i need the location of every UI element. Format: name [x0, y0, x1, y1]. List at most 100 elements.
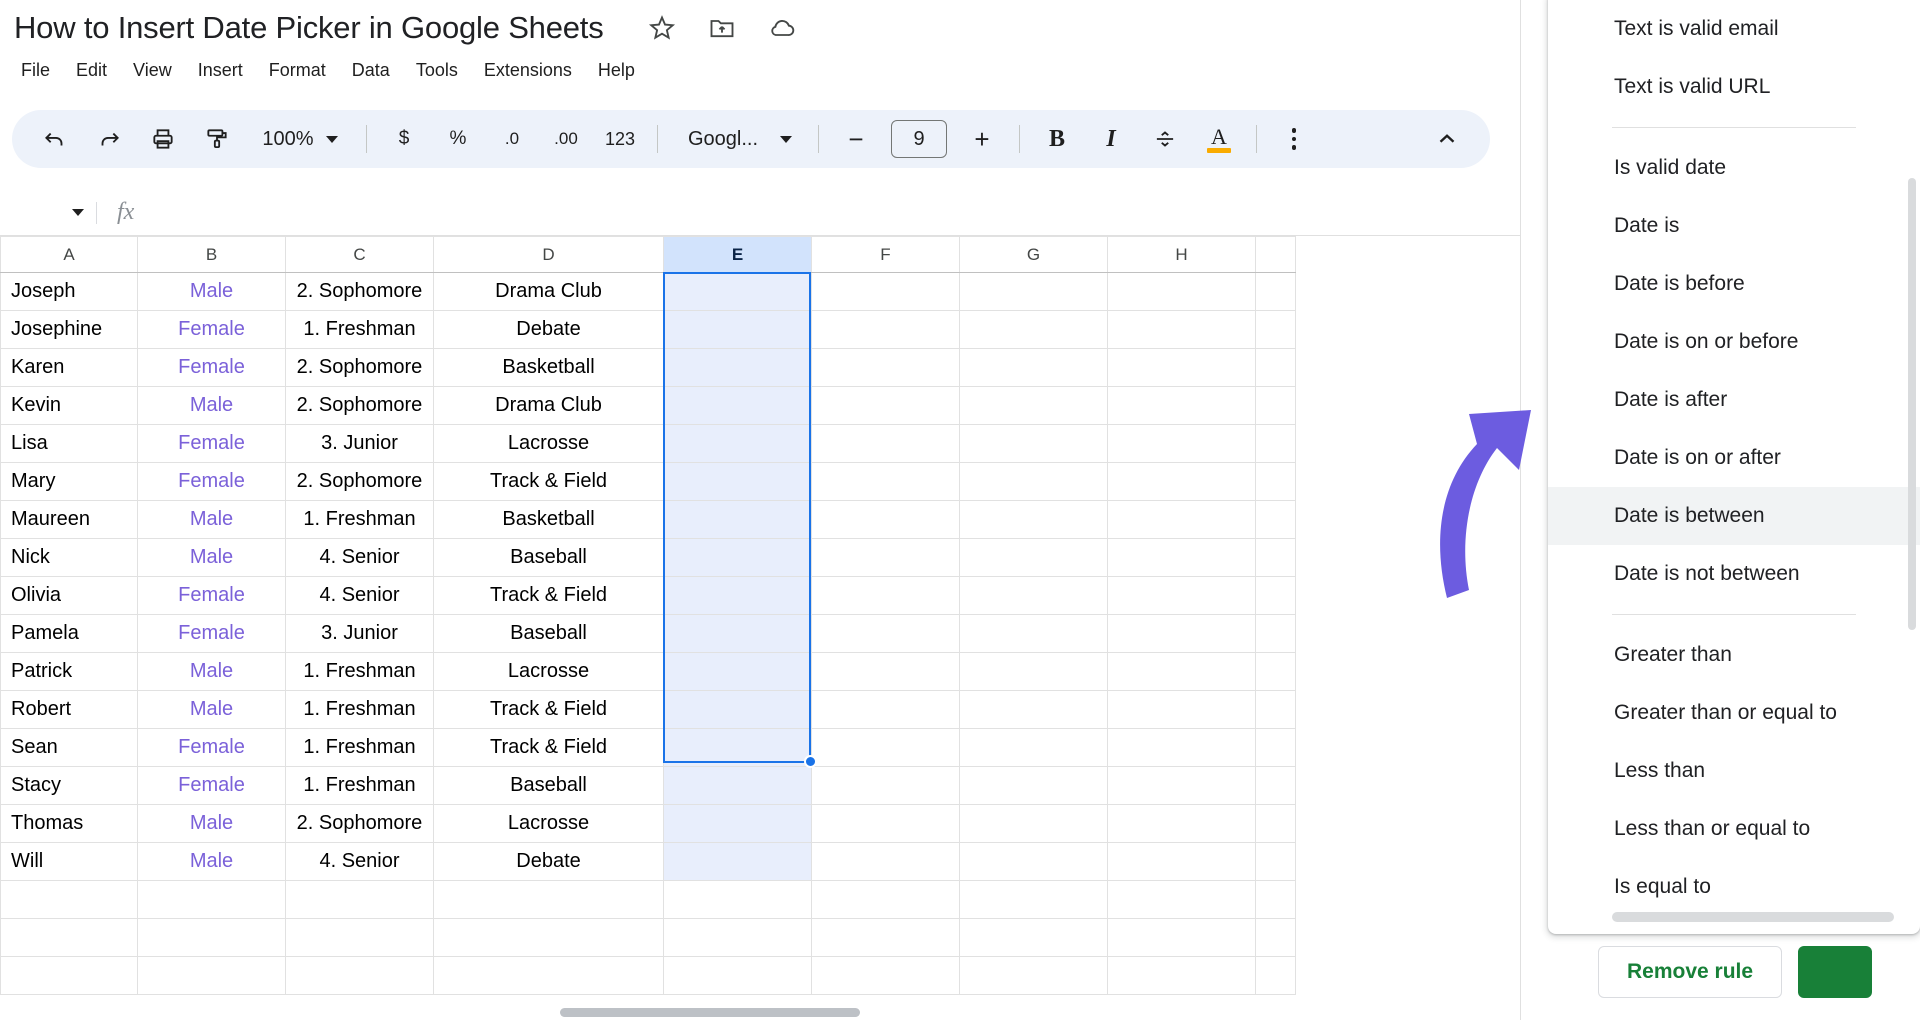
cell-e4[interactable]: [663, 386, 812, 425]
cell-b5[interactable]: Female: [137, 424, 286, 463]
cell-f17[interactable]: [811, 880, 960, 919]
cell-e2[interactable]: [663, 310, 812, 349]
cell-g1[interactable]: [959, 272, 1108, 311]
dropdown-vertical-scrollbar[interactable]: [1908, 178, 1916, 630]
dropdown-horizontal-scrollbar[interactable]: [1612, 912, 1894, 922]
cell-a13[interactable]: Sean: [0, 728, 138, 767]
cell-e10[interactable]: [663, 614, 812, 653]
cell-a11[interactable]: Patrick: [0, 652, 138, 691]
cell-e16[interactable]: [663, 842, 812, 881]
cell-b10[interactable]: Female: [137, 614, 286, 653]
cell-h7[interactable]: [1107, 500, 1256, 539]
cell-b9[interactable]: Female: [137, 576, 286, 615]
cell-h8[interactable]: [1107, 538, 1256, 577]
cell-a14[interactable]: Stacy: [0, 766, 138, 805]
cell-a1[interactable]: Joseph: [0, 272, 138, 311]
column-header-b[interactable]: B: [137, 236, 286, 273]
cell-d16[interactable]: Debate: [433, 842, 664, 881]
cell-c14[interactable]: 1. Freshman: [285, 766, 434, 805]
cell-c1[interactable]: 2. Sophomore: [285, 272, 434, 311]
cell-i4[interactable]: [1255, 386, 1296, 425]
menu-tools[interactable]: Tools: [403, 56, 471, 85]
cell-a2[interactable]: Josephine: [0, 310, 138, 349]
cell-e17[interactable]: [663, 880, 812, 919]
cell-c8[interactable]: 4. Senior: [285, 538, 434, 577]
dropdown-item-is-equal-to[interactable]: Is equal to: [1548, 858, 1920, 916]
dropdown-item-text-is-valid-url[interactable]: Text is valid URL: [1548, 58, 1920, 116]
cell-a5[interactable]: Lisa: [0, 424, 138, 463]
cell-f19[interactable]: [811, 956, 960, 995]
bold-button[interactable]: B: [1035, 117, 1079, 161]
chevron-up-icon[interactable]: [1425, 117, 1469, 161]
cell-d3[interactable]: Basketball: [433, 348, 664, 387]
cell-f4[interactable]: [811, 386, 960, 425]
currency-format-button[interactable]: $: [382, 117, 426, 161]
table-row[interactable]: Josephine Female 1. Freshman Debate: [0, 310, 1296, 349]
zoom-control[interactable]: 100%: [248, 117, 352, 161]
cell-b16[interactable]: Male: [137, 842, 286, 881]
table-row[interactable]: Joseph Male 2. Sophomore Drama Club: [0, 272, 1296, 311]
table-row[interactable]: Patrick Male 1. Freshman Lacrosse: [0, 652, 1296, 691]
cell-h6[interactable]: [1107, 462, 1256, 501]
cell-g3[interactable]: [959, 348, 1108, 387]
dropdown-item-greater-than[interactable]: Greater than: [1548, 626, 1920, 684]
cell-c15[interactable]: 2. Sophomore: [285, 804, 434, 843]
decrease-font-size-button[interactable]: −: [834, 117, 878, 161]
paint-format-icon[interactable]: [195, 117, 239, 161]
cell-i17[interactable]: [1255, 880, 1296, 919]
cell-f12[interactable]: [811, 690, 960, 729]
font-family-select[interactable]: Googl...: [672, 117, 804, 161]
cell-a19[interactable]: [0, 956, 138, 995]
table-row[interactable]: Mary Female 2. Sophomore Track & Field: [0, 462, 1296, 501]
dropdown-item-less-than[interactable]: Less than: [1548, 742, 1920, 800]
cell-h13[interactable]: [1107, 728, 1256, 767]
cell-e15[interactable]: [663, 804, 812, 843]
table-row[interactable]: Robert Male 1. Freshman Track & Field: [0, 690, 1296, 729]
increase-decimal-button[interactable]: .00: [544, 117, 588, 161]
cell-h17[interactable]: [1107, 880, 1256, 919]
cell-c9[interactable]: 4. Senior: [285, 576, 434, 615]
cell-g16[interactable]: [959, 842, 1108, 881]
cell-i9[interactable]: [1255, 576, 1296, 615]
table-row[interactable]: [0, 880, 1296, 919]
decrease-decimal-button[interactable]: .0: [490, 117, 534, 161]
cell-e12[interactable]: [663, 690, 812, 729]
cell-b15[interactable]: Male: [137, 804, 286, 843]
cell-f2[interactable]: [811, 310, 960, 349]
menu-insert[interactable]: Insert: [185, 56, 256, 85]
dropdown-item-date-is[interactable]: Date is: [1548, 197, 1920, 255]
cell-a8[interactable]: Nick: [0, 538, 138, 577]
cell-g19[interactable]: [959, 956, 1108, 995]
column-header-e[interactable]: E: [663, 236, 812, 273]
cell-i13[interactable]: [1255, 728, 1296, 767]
cell-h10[interactable]: [1107, 614, 1256, 653]
column-header-a[interactable]: A: [0, 236, 138, 273]
cell-i11[interactable]: [1255, 652, 1296, 691]
menu-data[interactable]: Data: [339, 56, 403, 85]
cell-f3[interactable]: [811, 348, 960, 387]
cell-f6[interactable]: [811, 462, 960, 501]
cell-e3[interactable]: [663, 348, 812, 387]
cell-c2[interactable]: 1. Freshman: [285, 310, 434, 349]
cell-i2[interactable]: [1255, 310, 1296, 349]
cell-h14[interactable]: [1107, 766, 1256, 805]
cell-g13[interactable]: [959, 728, 1108, 767]
cell-h15[interactable]: [1107, 804, 1256, 843]
column-header-g[interactable]: G: [959, 236, 1108, 273]
cell-c18[interactable]: [285, 918, 434, 957]
print-icon[interactable]: [141, 117, 185, 161]
cell-f16[interactable]: [811, 842, 960, 881]
cell-e5[interactable]: [663, 424, 812, 463]
horizontal-scrollbar-thumb[interactable]: [560, 1008, 860, 1017]
table-row[interactable]: Maureen Male 1. Freshman Basketball: [0, 500, 1296, 539]
cell-i3[interactable]: [1255, 348, 1296, 387]
cell-g14[interactable]: [959, 766, 1108, 805]
cell-f11[interactable]: [811, 652, 960, 691]
menu-format[interactable]: Format: [256, 56, 339, 85]
cell-e14[interactable]: [663, 766, 812, 805]
cell-h3[interactable]: [1107, 348, 1256, 387]
cell-g18[interactable]: [959, 918, 1108, 957]
cell-h2[interactable]: [1107, 310, 1256, 349]
more-formats-button[interactable]: 123: [598, 117, 642, 161]
cell-e9[interactable]: [663, 576, 812, 615]
